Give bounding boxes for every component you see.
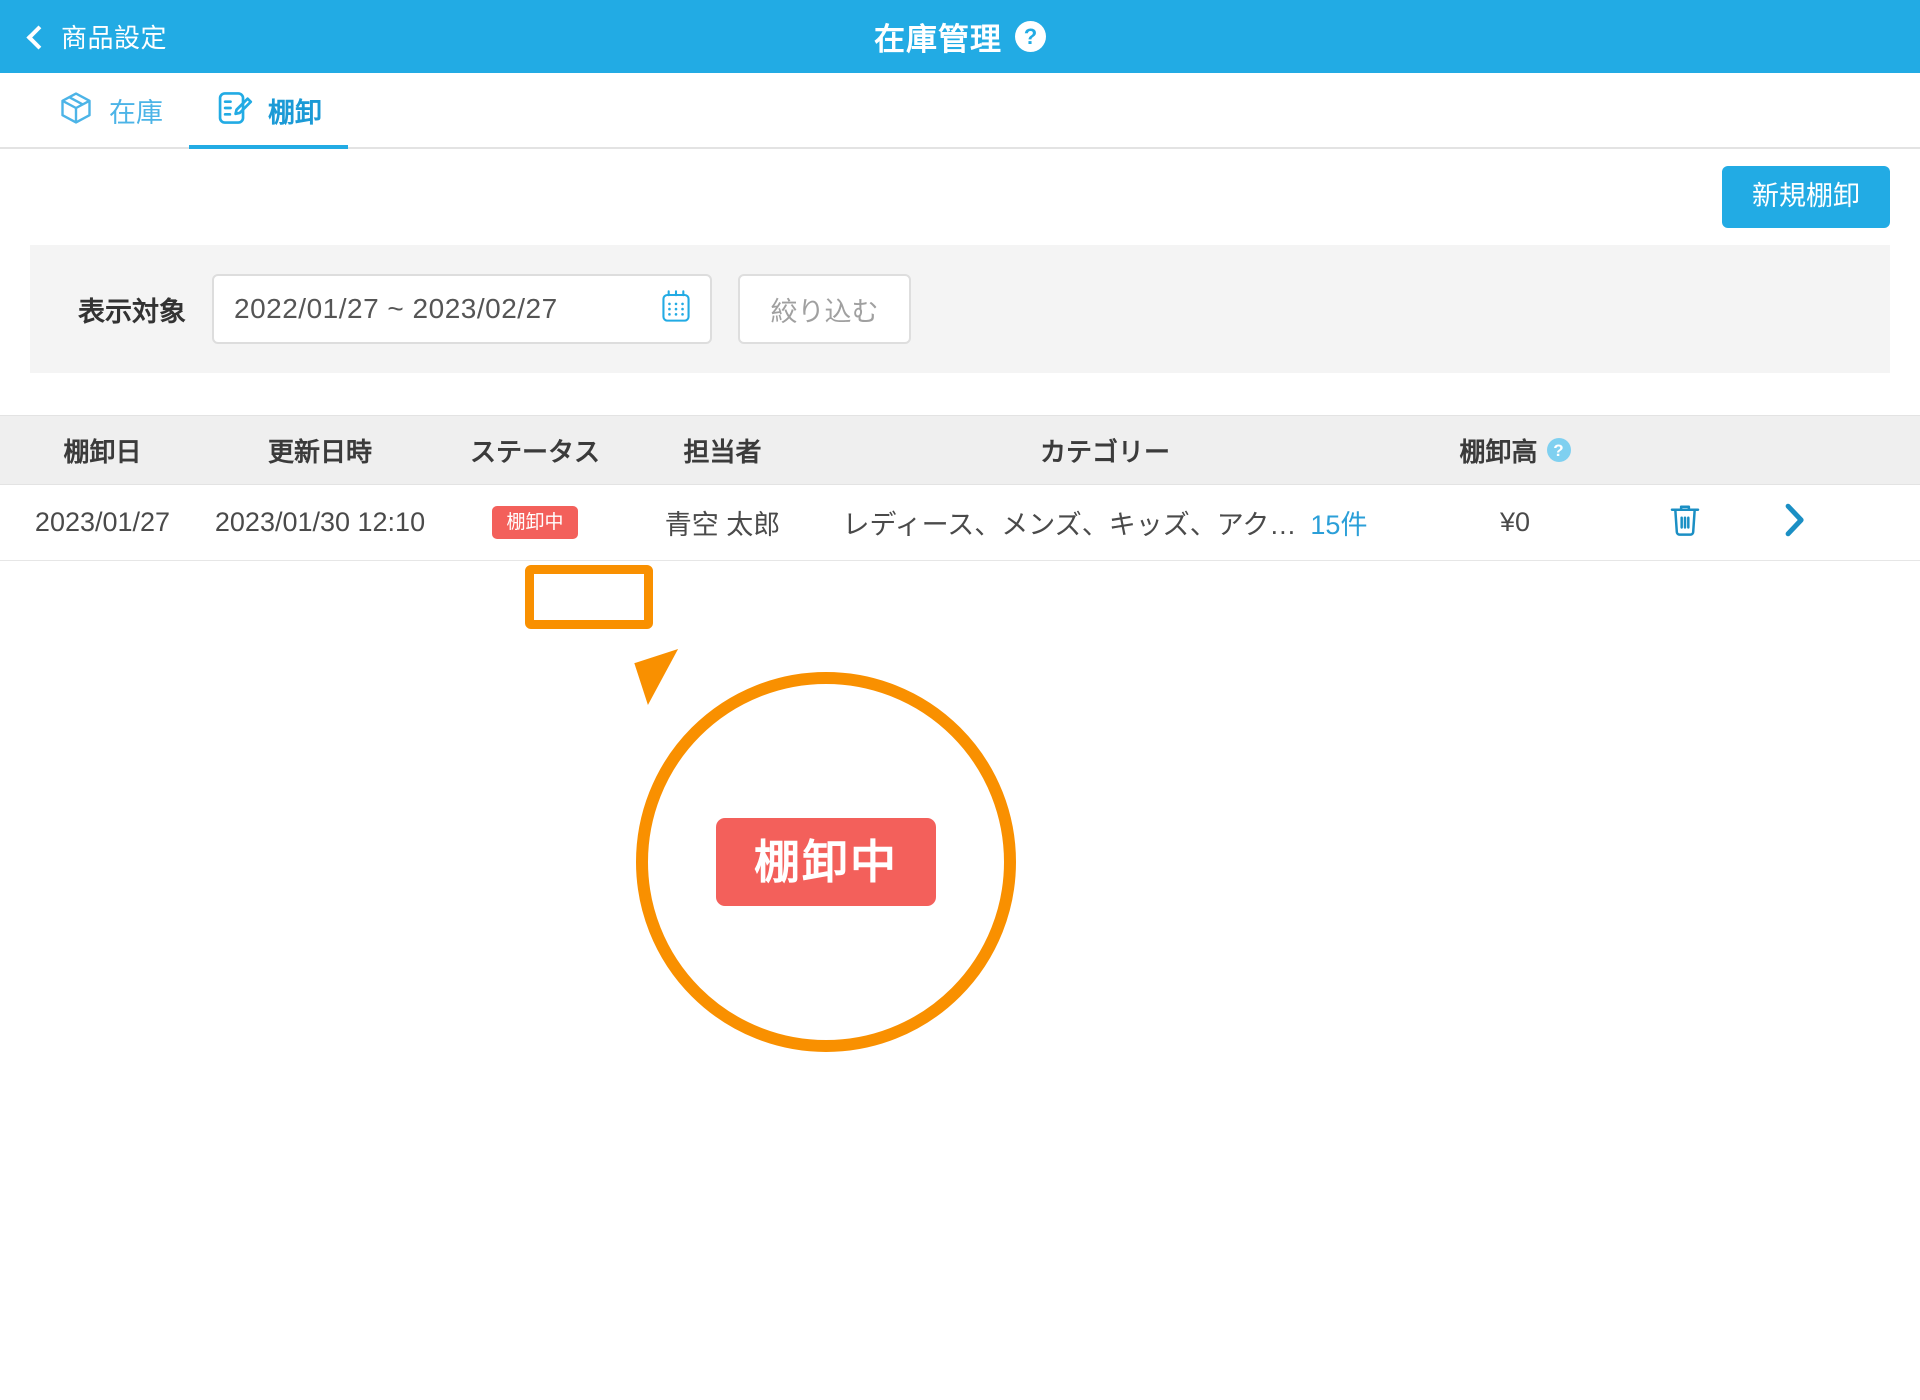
- cell-updated: 2023/01/30 12:10: [205, 507, 435, 538]
- action-bar: 新規棚卸: [0, 149, 1920, 245]
- highlight-rectangle: [525, 565, 653, 629]
- date-range-input[interactable]: 2022/01/27 ~ 2023/02/27: [212, 274, 712, 344]
- column-header-status: ステータス: [469, 436, 600, 467]
- amount-help-icon[interactable]: ?: [1546, 438, 1571, 462]
- cell-category-text: レディース、メンズ、キッズ、アク…: [842, 510, 1297, 540]
- status-badge: 棚卸中: [492, 506, 578, 539]
- page-title: 在庫管理: [874, 22, 1002, 57]
- cell-amount: ¥0: [1400, 507, 1630, 538]
- help-icon[interactable]: ?: [1015, 21, 1046, 52]
- narrow-down-button[interactable]: 絞り込む: [738, 274, 911, 344]
- column-header-updated: 更新日時: [267, 436, 372, 467]
- cell-delete: [1630, 502, 1740, 543]
- cell-amount-text: ¥0: [1499, 507, 1531, 537]
- column-header-category: カテゴリー: [1039, 436, 1170, 467]
- cell-status: 棚卸中: [435, 506, 635, 539]
- cell-date-text: 2023/01/27: [34, 507, 171, 537]
- cell-detail: [1740, 500, 1850, 545]
- magnified-status-badge: 棚卸中: [716, 818, 936, 906]
- tab-bar: 在庫 棚卸: [0, 73, 1920, 149]
- back-button-label: 商品設定: [61, 23, 168, 53]
- back-button[interactable]: 商品設定: [0, 0, 167, 73]
- box-icon: [58, 90, 94, 131]
- callout-pointer: [634, 648, 692, 706]
- calendar-icon[interactable]: [660, 290, 692, 329]
- table-row[interactable]: 2023/01/27 2023/01/30 12:10 棚卸中 青空 太郎 レデ…: [0, 485, 1920, 561]
- date-range-value: 2022/01/27 ~ 2023/02/27: [234, 293, 558, 324]
- tab-stocktake[interactable]: 棚卸: [189, 73, 348, 149]
- header-title-group: 在庫管理 ?: [0, 0, 1920, 73]
- cell-category: レディース、メンズ、キッズ、アク… 15件: [810, 503, 1400, 542]
- cell-date: 2023/01/27: [0, 507, 205, 538]
- category-count-link[interactable]: 15件: [1310, 510, 1367, 540]
- column-header-person: 担当者: [683, 436, 762, 467]
- new-stocktake-button[interactable]: 新規棚卸: [1722, 166, 1890, 228]
- cell-person: 青空 太郎: [635, 503, 810, 542]
- stocktake-table: 棚卸日 更新日時 ステータス 担当者 カテゴリー 棚卸高 ? 2023/01/2…: [0, 415, 1920, 561]
- trash-icon[interactable]: [1668, 502, 1702, 543]
- tab-inventory-label: 在庫: [109, 97, 163, 128]
- table-header-row: 棚卸日 更新日時 ステータス 担当者 カテゴリー 棚卸高 ?: [0, 415, 1920, 485]
- cell-updated-text: 2023/01/30 12:10: [214, 507, 426, 537]
- filter-panel: 表示対象 2022/01/27 ~ 2023/02/27 絞り込む: [30, 245, 1890, 373]
- app-header: 商品設定 在庫管理 ?: [0, 0, 1920, 73]
- cell-person-text: 青空 太郎: [664, 510, 781, 540]
- tab-stocktake-label: 棚卸: [268, 97, 322, 128]
- clipboard-edit-icon: [215, 89, 253, 132]
- magnifier-callout: 棚卸中: [636, 672, 1016, 1052]
- column-header-amount: 棚卸高 ?: [1400, 432, 1630, 469]
- column-header-date: 棚卸日: [63, 436, 142, 467]
- chevron-right-icon[interactable]: [1780, 500, 1810, 545]
- column-header-amount-label: 棚卸高: [1459, 436, 1538, 467]
- filter-label: 表示対象: [78, 296, 186, 327]
- tab-inventory[interactable]: 在庫: [32, 73, 189, 147]
- chevron-left-icon: [26, 24, 51, 50]
